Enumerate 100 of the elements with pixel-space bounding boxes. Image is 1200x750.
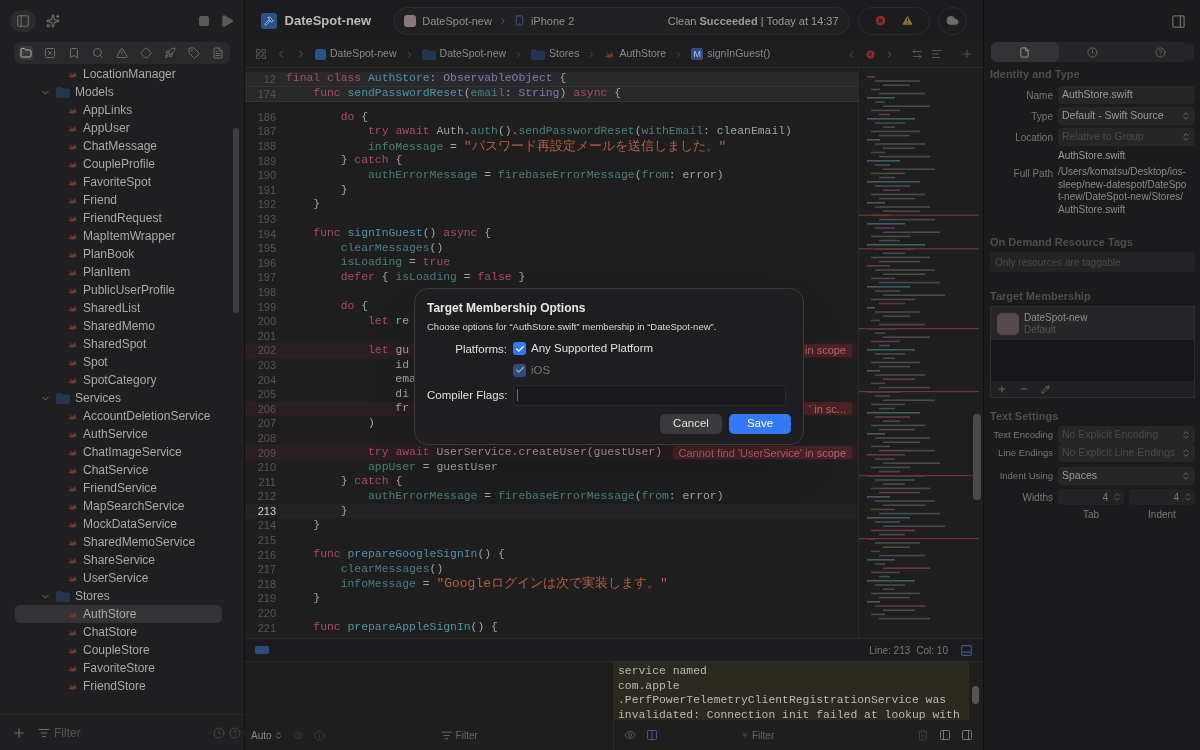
tree-row[interactable]: CoupleProfile [15, 155, 222, 173]
scrollbar-thumb[interactable] [233, 128, 239, 313]
breadcrumb-item[interactable]: DateSpot-new [330, 46, 397, 63]
tree-row[interactable]: FriendService [15, 479, 222, 497]
number-stepper[interactable]: 4 [1129, 489, 1195, 505]
stepper-arrows-icon[interactable] [1112, 492, 1122, 502]
tree-row[interactable]: SharedList [15, 299, 222, 317]
arrows-icon[interactable] [911, 48, 923, 61]
grid-icon[interactable] [255, 48, 267, 61]
filter-field[interactable]: Filter [752, 727, 884, 743]
tree-row[interactable]: LocationManager [15, 65, 222, 83]
folder-icon[interactable] [20, 47, 32, 59]
tree-row[interactable]: SharedMemo [15, 317, 222, 335]
stepper-arrows-icon[interactable] [1183, 492, 1193, 502]
warning-icon[interactable] [900, 14, 914, 28]
tree-row[interactable]: AppLinks [15, 101, 222, 119]
tree-row[interactable]: ShareService [15, 551, 222, 569]
tree-row[interactable]: Services [15, 389, 222, 407]
breadcrumb-item[interactable]: Stores [549, 46, 580, 63]
tree-row[interactable]: SpotCategory [15, 371, 222, 389]
scope-popup[interactable]: Auto [251, 727, 283, 743]
tree-row[interactable]: AppUser [15, 119, 222, 137]
panel-icon[interactable] [960, 643, 973, 657]
tree-row[interactable]: PlanBook [15, 245, 222, 263]
tree-row[interactable]: Spot [15, 353, 222, 371]
add-icon[interactable] [961, 48, 973, 61]
error-icon[interactable] [873, 14, 887, 28]
breadcrumb-item[interactable]: AuthStore [619, 46, 667, 63]
add-icon[interactable] [12, 725, 26, 740]
compiler-flags-field[interactable] [513, 384, 786, 406]
run-icon[interactable] [220, 14, 234, 28]
clock-icon[interactable] [213, 726, 225, 739]
checkbox[interactable] [513, 342, 526, 356]
tree-row[interactable]: FriendStore [15, 677, 222, 695]
save-button[interactable]: Save [729, 413, 791, 434]
destination-name[interactable]: iPhone 2 [530, 12, 575, 30]
tree-row[interactable]: SharedMemoService [15, 533, 222, 551]
tree-row[interactable]: ChatImageService [15, 443, 222, 461]
warning-icon[interactable] [116, 47, 128, 59]
scrollbar-thumb[interactable] [972, 686, 979, 704]
tree-row[interactable]: PublicUserProfile [15, 281, 222, 299]
filter-field[interactable]: Filter [455, 727, 597, 743]
tree-row[interactable]: ChatStore [15, 623, 222, 641]
eye-icon[interactable] [624, 729, 636, 741]
tree-row[interactable]: AccountDeletionService [15, 407, 222, 425]
field-label: Location [1014, 130, 1053, 145]
tree-row[interactable]: PlanItem [15, 263, 222, 281]
cancel-button[interactable]: Cancel [660, 413, 722, 434]
edit-icon[interactable] [1041, 384, 1050, 394]
debug-toggle-icon[interactable] [255, 646, 269, 655]
scrollbar-thumb[interactable] [973, 413, 981, 500]
tree-row[interactable]: MapItemWrapper [15, 227, 222, 245]
search-icon[interactable] [92, 47, 104, 59]
tree-row[interactable]: MapSearchService [15, 497, 222, 515]
scheme-bar[interactable]: DateSpot-new iPhone 2 Clean Succeeded | Today at 14:37 [393, 6, 850, 35]
popup-field[interactable]: Default - Swift Source [1058, 107, 1195, 125]
tag-icon[interactable] [188, 47, 200, 59]
clock-icon[interactable] [1087, 46, 1098, 58]
tree-row[interactable]: AuthService [15, 425, 222, 443]
tree-row[interactable]: ChatService [15, 461, 222, 479]
tree-row[interactable]: Friend [15, 191, 222, 209]
popup-field[interactable]: Spaces [1058, 467, 1195, 485]
tree-row[interactable]: ChatMessage [15, 137, 222, 155]
add-icon[interactable] [997, 384, 1007, 394]
tree-row[interactable]: AuthStore [15, 605, 222, 623]
close-square-icon[interactable] [44, 47, 56, 59]
breadcrumb-item[interactable]: DateSpot-new [439, 46, 507, 63]
tree-row[interactable]: MockDataService [15, 515, 222, 533]
error-icon[interactable] [865, 48, 876, 60]
help-icon[interactable] [1154, 46, 1166, 58]
tree-row[interactable]: FriendRequest [15, 209, 222, 227]
inspector-toggle-icon[interactable] [1171, 13, 1186, 29]
tree-row[interactable]: Stores [15, 587, 222, 605]
document-icon[interactable] [212, 47, 224, 59]
bookmark-icon[interactable] [68, 47, 80, 59]
lines-icon[interactable] [931, 48, 943, 61]
rocket-icon[interactable] [164, 47, 176, 59]
tree-row[interactable]: FavoriteStore [15, 659, 222, 677]
trash-icon[interactable] [917, 729, 929, 741]
number-stepper[interactable]: 4 [1058, 489, 1124, 505]
panel-right-icon[interactable] [961, 729, 973, 741]
panel-left-icon[interactable] [939, 729, 951, 741]
name-field[interactable]: AuthStore.swift [1058, 86, 1195, 104]
stop-icon[interactable] [198, 15, 210, 27]
tree-row[interactable]: CoupleStore [15, 641, 222, 659]
tree-row[interactable]: UserService [15, 569, 222, 587]
sidebar-toggle-icon[interactable] [16, 14, 30, 28]
tree-row[interactable]: SharedSpot [15, 335, 222, 353]
split-icon[interactable] [646, 729, 658, 741]
tree-row[interactable]: FavoriteSpot [15, 173, 222, 191]
tree-row[interactable]: Models [15, 83, 222, 101]
info-icon[interactable] [313, 729, 325, 741]
help-icon[interactable] [229, 726, 241, 739]
scheme-name[interactable]: DateSpot-new [422, 12, 492, 30]
sparkle-icon[interactable] [46, 14, 60, 28]
eye-icon[interactable] [292, 729, 304, 741]
cloud-icon[interactable] [945, 14, 959, 28]
breadcrumb-item[interactable]: signInGuest() [707, 46, 771, 63]
document-icon[interactable] [1019, 46, 1031, 58]
diamond-icon[interactable] [140, 47, 152, 59]
